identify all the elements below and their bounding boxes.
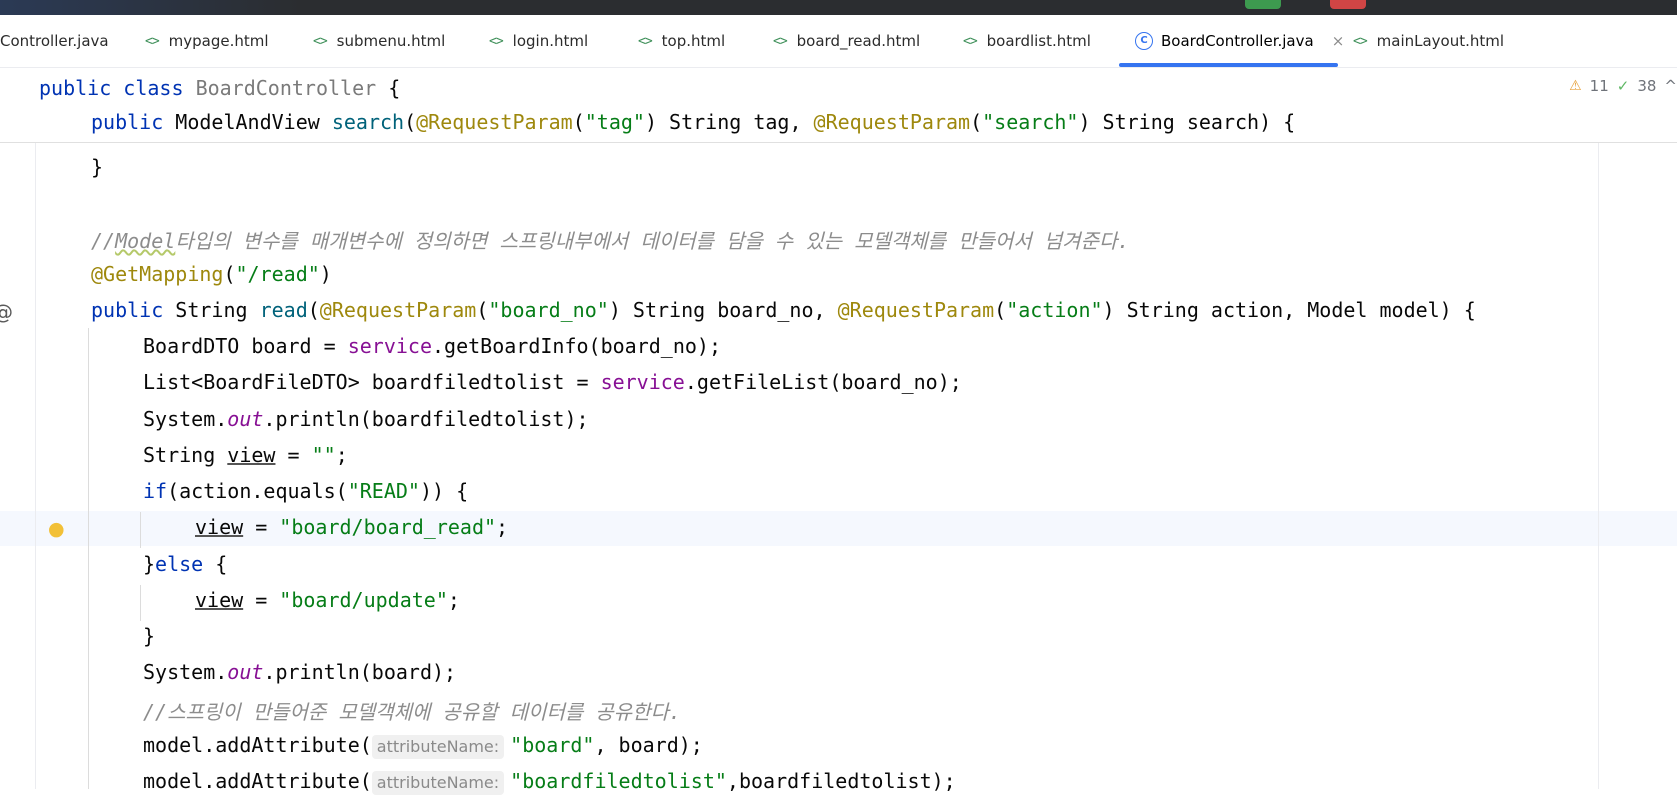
parameter-hint: attributeName:: [371, 771, 505, 795]
toolbar-green-indicator: [1245, 0, 1281, 9]
tab-label: BoardController.java: [1161, 32, 1314, 50]
java-class-icon: C: [1135, 32, 1153, 50]
indent-guide: [88, 328, 89, 789]
html-file-icon: <>: [145, 33, 160, 49]
code-line[interactable]: view = "board/update";: [195, 588, 460, 612]
tab-label: login.html: [512, 32, 589, 50]
html-file-icon: <>: [963, 33, 978, 49]
code-line[interactable]: String view = "";: [143, 443, 348, 467]
tab-label: top.html: [661, 32, 726, 50]
indent-guide: [140, 585, 141, 621]
inspection-widget[interactable]: ⚠ 11 ✓ 38 ^: [1565, 77, 1677, 95]
code-line[interactable]: @GetMapping("/read"): [91, 262, 332, 286]
code-line[interactable]: if(action.equals("READ")) {: [143, 479, 468, 503]
tab-label: board_read.html: [796, 32, 921, 50]
parameter-hint: attributeName:: [371, 735, 505, 759]
tab-label: boardlist.html: [986, 32, 1091, 50]
tab-boardcontroller-java[interactable]: C BoardController.java ×: [1135, 15, 1344, 67]
code-comment[interactable]: //Model타입의 변수를 매개변수에 정의하면 스프링내부에서 데이터를 담…: [91, 225, 1129, 254]
close-tab-icon[interactable]: ×: [1332, 32, 1345, 50]
code-line[interactable]: List<BoardFileDTO> boardfiledtolist = se…: [143, 370, 962, 394]
override-marker-icon[interactable]: @: [0, 300, 13, 324]
window-top-strip: [0, 0, 1677, 15]
html-file-icon: <>: [313, 33, 328, 49]
code-line[interactable]: public String read(@RequestParam("board_…: [91, 298, 1476, 322]
tab-mainlayout-html[interactable]: <> mainLayout.html: [1353, 15, 1504, 67]
tab-mypage-html[interactable]: <> mypage.html: [145, 15, 269, 67]
tab-login-html[interactable]: <> login.html: [489, 15, 588, 67]
code-line[interactable]: System.out.println(board);: [143, 660, 456, 684]
tab-label: mypage.html: [168, 32, 269, 50]
code-line[interactable]: model.addAttribute(attributeName: "boardf…: [143, 769, 956, 795]
gutter-border: [35, 142, 36, 789]
tab-top-html[interactable]: <> top.html: [638, 15, 725, 67]
warning-icon: ⚠: [1569, 78, 1582, 94]
right-margin-guide: [1598, 142, 1599, 789]
code-line[interactable]: System.out.println(boardfiledtolist);: [143, 407, 589, 431]
expand-icon[interactable]: ^: [1664, 77, 1677, 95]
code-line-current[interactable]: view = "board/board_read";: [195, 515, 508, 539]
code-comment[interactable]: //스프링이 만들어준 모델객체에 공유할 데이터를 공유한다.: [143, 696, 681, 725]
warning-count: 11: [1589, 77, 1609, 95]
html-file-icon: <>: [1353, 33, 1368, 49]
sticky-class-line[interactable]: public class BoardController {: [39, 76, 400, 100]
indent-guide: [140, 512, 141, 548]
toolbar-red-indicator: [1330, 0, 1366, 9]
html-file-icon: <>: [489, 33, 504, 49]
tab-controller-java[interactable]: Controller.java: [0, 15, 109, 67]
sticky-method-line[interactable]: public ModelAndView search(@RequestParam…: [91, 110, 1295, 134]
tab-boardlist-html[interactable]: <> boardlist.html: [963, 15, 1091, 67]
html-file-icon: <>: [773, 33, 788, 49]
tab-submenu-html[interactable]: <> submenu.html: [313, 15, 445, 67]
tab-label: submenu.html: [336, 32, 446, 50]
code-line[interactable]: }: [91, 155, 103, 179]
lightbulb-icon[interactable]: ●: [48, 518, 65, 540]
code-line[interactable]: model.addAttribute(attributeName: "board"…: [143, 733, 703, 759]
code-line[interactable]: BoardDTO board = service.getBoardInfo(bo…: [143, 334, 721, 358]
sticky-scope-header: public class BoardController { public Mo…: [0, 68, 1677, 143]
html-file-icon: <>: [638, 33, 653, 49]
tab-board-read-html[interactable]: <> board_read.html: [773, 15, 920, 67]
check-icon: ✓: [1616, 77, 1630, 95]
code-line[interactable]: }: [143, 624, 155, 648]
editor-tab-bar: Controller.java <> mypage.html <> submen…: [0, 15, 1677, 68]
ok-count: 38: [1637, 77, 1657, 95]
tab-label: Controller.java: [0, 32, 109, 50]
code-line[interactable]: }else {: [143, 552, 227, 576]
active-tab-indicator: [1119, 63, 1338, 67]
tab-label: mainLayout.html: [1376, 32, 1505, 50]
